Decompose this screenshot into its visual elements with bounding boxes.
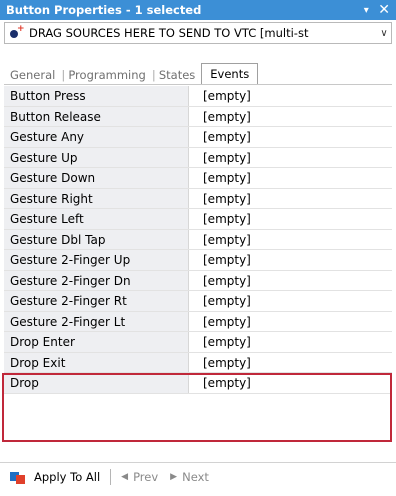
property-row[interactable]: Drop [empty]: [4, 373, 392, 394]
property-value[interactable]: [empty]: [189, 353, 392, 373]
property-name: Drop Exit: [4, 352, 189, 372]
property-name: Gesture Up: [4, 147, 189, 167]
property-value[interactable]: [empty]: [189, 107, 392, 127]
window-title: Button Properties - 1 selected: [6, 3, 202, 17]
property-value[interactable]: [empty]: [189, 168, 392, 188]
property-row[interactable]: Button Press [empty]: [4, 86, 392, 107]
property-value[interactable]: [empty]: [189, 373, 392, 393]
apply-all-icon[interactable]: [10, 470, 28, 484]
property-name: Gesture Any: [4, 127, 189, 147]
close-icon[interactable]: ✕: [378, 2, 390, 18]
events-property-grid: Button Press [empty] Button Release [empty…: [4, 86, 392, 394]
tab-events[interactable]: Events: [201, 63, 259, 84]
property-name: Gesture 2-Finger Lt: [4, 311, 189, 331]
property-name: Gesture Dbl Tap: [4, 229, 189, 249]
property-name: Gesture 2-Finger Dn: [4, 270, 189, 290]
property-value[interactable]: [empty]: [189, 271, 392, 291]
property-value[interactable]: [empty]: [189, 86, 392, 106]
property-row[interactable]: Gesture 2-Finger Dn [empty]: [4, 270, 392, 291]
property-row[interactable]: Gesture Dbl Tap [empty]: [4, 229, 392, 250]
property-name: Button Press: [4, 86, 189, 106]
property-row[interactable]: Gesture Left [empty]: [4, 209, 392, 230]
property-row[interactable]: Drop Enter [empty]: [4, 332, 392, 353]
property-name: Gesture Right: [4, 188, 189, 208]
property-row[interactable]: Button Release [empty]: [4, 106, 392, 127]
next-label: Next: [182, 470, 209, 484]
bottom-toolbar: Apply To All ◀ Prev ▶ Next: [0, 462, 396, 491]
tab-general[interactable]: General: [4, 66, 61, 84]
drag-sources-text: DRAG SOURCES HERE TO SEND TO VTC [multi-…: [29, 26, 309, 40]
property-value[interactable]: [empty]: [189, 250, 392, 270]
property-value[interactable]: [empty]: [189, 209, 392, 229]
property-row[interactable]: Gesture Up [empty]: [4, 147, 392, 168]
property-row[interactable]: Gesture Down [empty]: [4, 168, 392, 189]
property-row[interactable]: Gesture Any [empty]: [4, 127, 392, 148]
property-value[interactable]: [empty]: [189, 312, 392, 332]
property-row[interactable]: Gesture Right [empty]: [4, 188, 392, 209]
tab-states[interactable]: States: [153, 66, 201, 84]
property-name: Gesture 2-Finger Rt: [4, 291, 189, 311]
chevron-down-icon[interactable]: ∨: [377, 28, 391, 39]
drag-source-dot-icon: +: [9, 24, 25, 40]
property-value[interactable]: [empty]: [189, 189, 392, 209]
property-name: Drop Enter: [4, 332, 189, 352]
prev-arrow-icon: ◀: [121, 472, 129, 482]
property-row[interactable]: Gesture 2-Finger Rt [empty]: [4, 291, 392, 312]
property-name: Button Release: [4, 106, 189, 126]
property-name: Drop: [4, 373, 189, 393]
prev-button[interactable]: ◀ Prev: [121, 470, 158, 484]
property-value[interactable]: [empty]: [189, 332, 392, 352]
property-value[interactable]: [empty]: [189, 291, 392, 311]
property-row[interactable]: Gesture 2-Finger Lt [empty]: [4, 311, 392, 332]
property-value[interactable]: [empty]: [189, 230, 392, 250]
apply-to-all-button[interactable]: Apply To All: [28, 470, 100, 484]
property-row[interactable]: Drop Exit [empty]: [4, 352, 392, 373]
drag-sources-dropdown[interactable]: + DRAG SOURCES HERE TO SEND TO VTC [mult…: [4, 22, 392, 44]
toolbar-divider: [110, 469, 112, 485]
tab-strip: General | Programming | States Events: [4, 63, 392, 85]
property-name: Gesture Left: [4, 209, 189, 229]
tab-programming[interactable]: Programming: [62, 66, 152, 84]
next-arrow-icon: ▶: [170, 472, 178, 482]
property-name: Gesture 2-Finger Up: [4, 250, 189, 270]
pin-dropdown-icon[interactable]: ▾: [358, 5, 374, 16]
property-value[interactable]: [empty]: [189, 127, 392, 147]
title-bar: Button Properties - 1 selected ▾ ✕: [0, 0, 396, 20]
next-button[interactable]: ▶ Next: [170, 470, 209, 484]
property-row[interactable]: Gesture 2-Finger Up [empty]: [4, 250, 392, 271]
property-name: Gesture Down: [4, 168, 189, 188]
property-value[interactable]: [empty]: [189, 148, 392, 168]
prev-label: Prev: [133, 470, 159, 484]
